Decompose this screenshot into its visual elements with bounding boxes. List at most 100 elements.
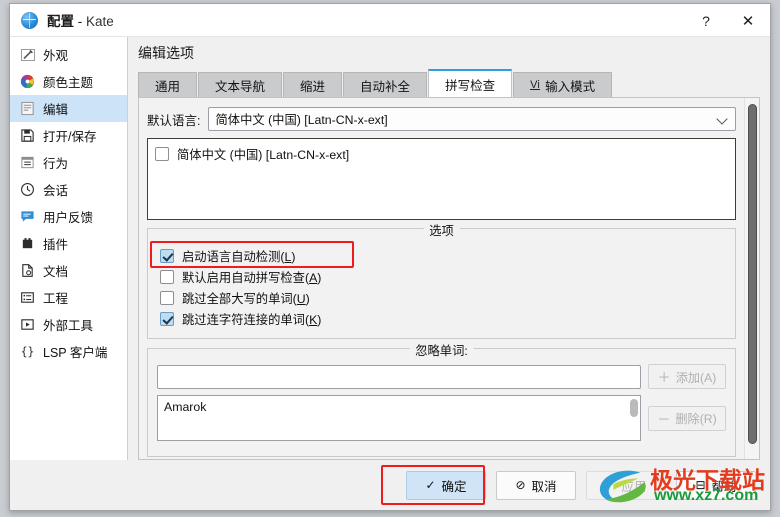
sidebar-item-session[interactable]: 会话	[10, 176, 127, 203]
appearance-pen-icon	[19, 46, 36, 63]
color-wheel-icon	[19, 73, 36, 90]
default-language-select[interactable]: 简体中文 (中国) [Latn-CN-x-ext]	[208, 107, 736, 131]
tab-general[interactable]: 通用	[138, 72, 198, 97]
chevron-down-icon	[717, 113, 729, 125]
list-item[interactable]: 简体中文 (中国) [Latn-CN-x-ext]	[155, 145, 728, 163]
skip-uppercase-words-checkbox[interactable]	[160, 290, 174, 305]
option-auto-detect-language[interactable]: 启动语言自动检测(L)	[150, 241, 725, 268]
ignore-words-group: 忽略单词: ＋ 添加(A) Amarok － 删除(R)	[147, 341, 736, 457]
auto-detect-language-checkbox[interactable]	[160, 248, 174, 263]
sidebar-item-label: 打开/保存	[43, 130, 97, 144]
plugin-box-icon	[19, 235, 36, 252]
tab-input-mode[interactable]: Vi 输入模式	[513, 72, 613, 97]
language-item-label: 简体中文 (中国) [Latn-CN-x-ext]	[177, 148, 350, 162]
external-tool-play-icon	[19, 316, 36, 333]
option-enable-auto-spellcheck[interactable]: 默认启用自动拼写检查(A)	[158, 266, 725, 287]
tab-autocomplete[interactable]: 自动补全	[343, 72, 428, 97]
sidebar-item-label: 外部工具	[43, 319, 94, 333]
sidebar-item-projects[interactable]: 工程	[10, 284, 127, 311]
sidebar-item-label: 颜色主题	[43, 76, 94, 90]
sidebar-item-label: 文档	[43, 265, 69, 279]
sidebar-item-label: 外观	[43, 49, 69, 63]
window-title: 配置 - Kate	[47, 10, 114, 30]
sidebar-item-user-feedback[interactable]: 用户反馈	[10, 203, 127, 230]
list-scrollbar-thumb[interactable]	[630, 399, 638, 417]
sidebar-item-documents[interactable]: 文档	[10, 257, 127, 284]
option-label: 默认启用自动拼写检查(A)	[182, 270, 322, 285]
help-icon: ⊟	[695, 478, 706, 492]
cancel-button-label: 取消	[531, 479, 557, 494]
ignore-words-add-row: ＋ 添加(A)	[157, 364, 726, 389]
window-title-main: 配置	[47, 14, 74, 29]
tab-label: 文本导航	[215, 79, 266, 94]
sidebar-item-open-save[interactable]: 打开/保存	[10, 122, 127, 149]
behavior-lines-icon	[19, 154, 36, 171]
dialog-body: 外观 颜色主题 编辑 打开/保存 行为 会话 用户反馈 插件 文档 工程 外部工…	[10, 37, 770, 460]
help-button-label: 帮助	[711, 479, 737, 494]
window-controls: ? ✕	[686, 4, 770, 37]
cancel-button[interactable]: ⊘ 取消	[496, 470, 576, 500]
minus-icon: －	[657, 411, 671, 427]
svg-text:{}: {}	[21, 345, 35, 358]
settings-sidebar: 外观 颜色主题 编辑 打开/保存 行为 会话 用户反馈 插件 文档 工程 外部工…	[10, 37, 128, 460]
configure-dialog-window: 配置 - Kate ? ✕ 外观 颜色主题 编辑 打开/保存 行为 会话 用户反…	[9, 3, 771, 511]
ignore-word-input[interactable]	[157, 364, 641, 389]
option-skip-hyphenated-words[interactable]: 跳过连字符连接的单词(K)	[158, 308, 725, 329]
feedback-bubble-icon	[19, 208, 36, 225]
project-list-icon	[19, 289, 36, 306]
floppy-save-icon	[19, 127, 36, 144]
remove-word-label: 删除(R)	[675, 412, 717, 426]
dialog-footer: ✓ 确定 ⊘ 取消 ✓ 应用 ⊟ 帮助	[10, 460, 770, 510]
spellcheck-panel-content: 默认语言: 简体中文 (中国) [Latn-CN-x-ext] 简体中文 (中国…	[139, 98, 744, 459]
tab-label: 自动补全	[360, 79, 411, 94]
ok-button-label: 确定	[441, 479, 467, 494]
vi-icon: Vi	[530, 79, 541, 91]
close-icon[interactable]: ✕	[726, 4, 770, 37]
ignore-words-list-row: Amarok － 删除(R)	[157, 395, 726, 441]
add-word-label: 添加(A)	[675, 370, 717, 385]
clock-session-icon	[19, 181, 36, 198]
language-list-box[interactable]: 简体中文 (中国) [Latn-CN-x-ext]	[147, 138, 736, 220]
tab-bar: 通用 文本导航 缩进 自动补全 拼写检查 Vi 输入模式	[128, 69, 770, 97]
window-title-separator: -	[74, 14, 86, 29]
screen: 配置 - Kate ? ✕ 外观 颜色主题 编辑 打开/保存 行为 会话 用户反…	[0, 0, 780, 517]
enable-auto-spellcheck-checkbox[interactable]	[160, 269, 174, 284]
page-title: 编辑选项	[138, 45, 194, 61]
sidebar-item-label: 会话	[43, 184, 69, 198]
panel-scrollbar[interactable]	[744, 98, 759, 459]
tab-label: 缩进	[300, 79, 326, 94]
tab-indentation[interactable]: 缩进	[283, 72, 343, 97]
remove-word-button[interactable]: － 删除(R)	[648, 405, 726, 431]
sidebar-item-lsp-client[interactable]: {} LSP 客户端	[10, 338, 127, 365]
check-icon: ✓	[605, 478, 616, 492]
tab-label: 拼写检查	[445, 79, 496, 93]
option-label: 启动语言自动检测(L)	[182, 249, 296, 264]
sidebar-item-label: 行为	[43, 157, 69, 171]
ignored-words-list[interactable]: Amarok	[157, 395, 641, 441]
kate-app-icon	[21, 11, 38, 29]
help-button[interactable]: ⊟ 帮助	[676, 470, 756, 500]
option-label: 跳过连字符连接的单词(K)	[182, 312, 322, 327]
help-titlebar-button[interactable]: ?	[686, 4, 726, 37]
ok-button[interactable]: ✓ 确定	[406, 470, 486, 500]
option-skip-uppercase-words[interactable]: 跳过全部大写的单词(U)	[158, 287, 725, 308]
sidebar-item-label: 工程	[43, 292, 69, 306]
sidebar-item-behavior[interactable]: 行为	[10, 149, 127, 176]
settings-pane: 编辑选项 通用 文本导航 缩进 自动补全 拼写检查 Vi 输入模式 默认语言: …	[128, 37, 770, 460]
sidebar-item-color-theme[interactable]: 颜色主题	[10, 68, 127, 95]
sidebar-item-plugins[interactable]: 插件	[10, 230, 127, 257]
sidebar-item-external-tools[interactable]: 外部工具	[10, 311, 127, 338]
tab-spellcheck[interactable]: 拼写检查	[428, 69, 513, 97]
sidebar-item-label: 用户反馈	[43, 211, 94, 225]
tab-label: 通用	[155, 79, 181, 94]
sidebar-item-editing[interactable]: 编辑	[10, 95, 127, 122]
tab-text-navigation[interactable]: 文本导航	[198, 72, 283, 97]
panel-scrollbar-thumb[interactable]	[748, 104, 757, 444]
sidebar-item-appearance[interactable]: 外观	[10, 41, 127, 68]
list-item[interactable]: Amarok	[164, 400, 634, 414]
language-checkbox[interactable]	[155, 147, 169, 161]
plus-icon: ＋	[657, 370, 671, 385]
skip-hyphenated-words-checkbox[interactable]	[160, 311, 174, 326]
add-word-button[interactable]: ＋ 添加(A)	[648, 364, 726, 389]
ignore-words-group-title: 忽略单词:	[409, 341, 474, 359]
